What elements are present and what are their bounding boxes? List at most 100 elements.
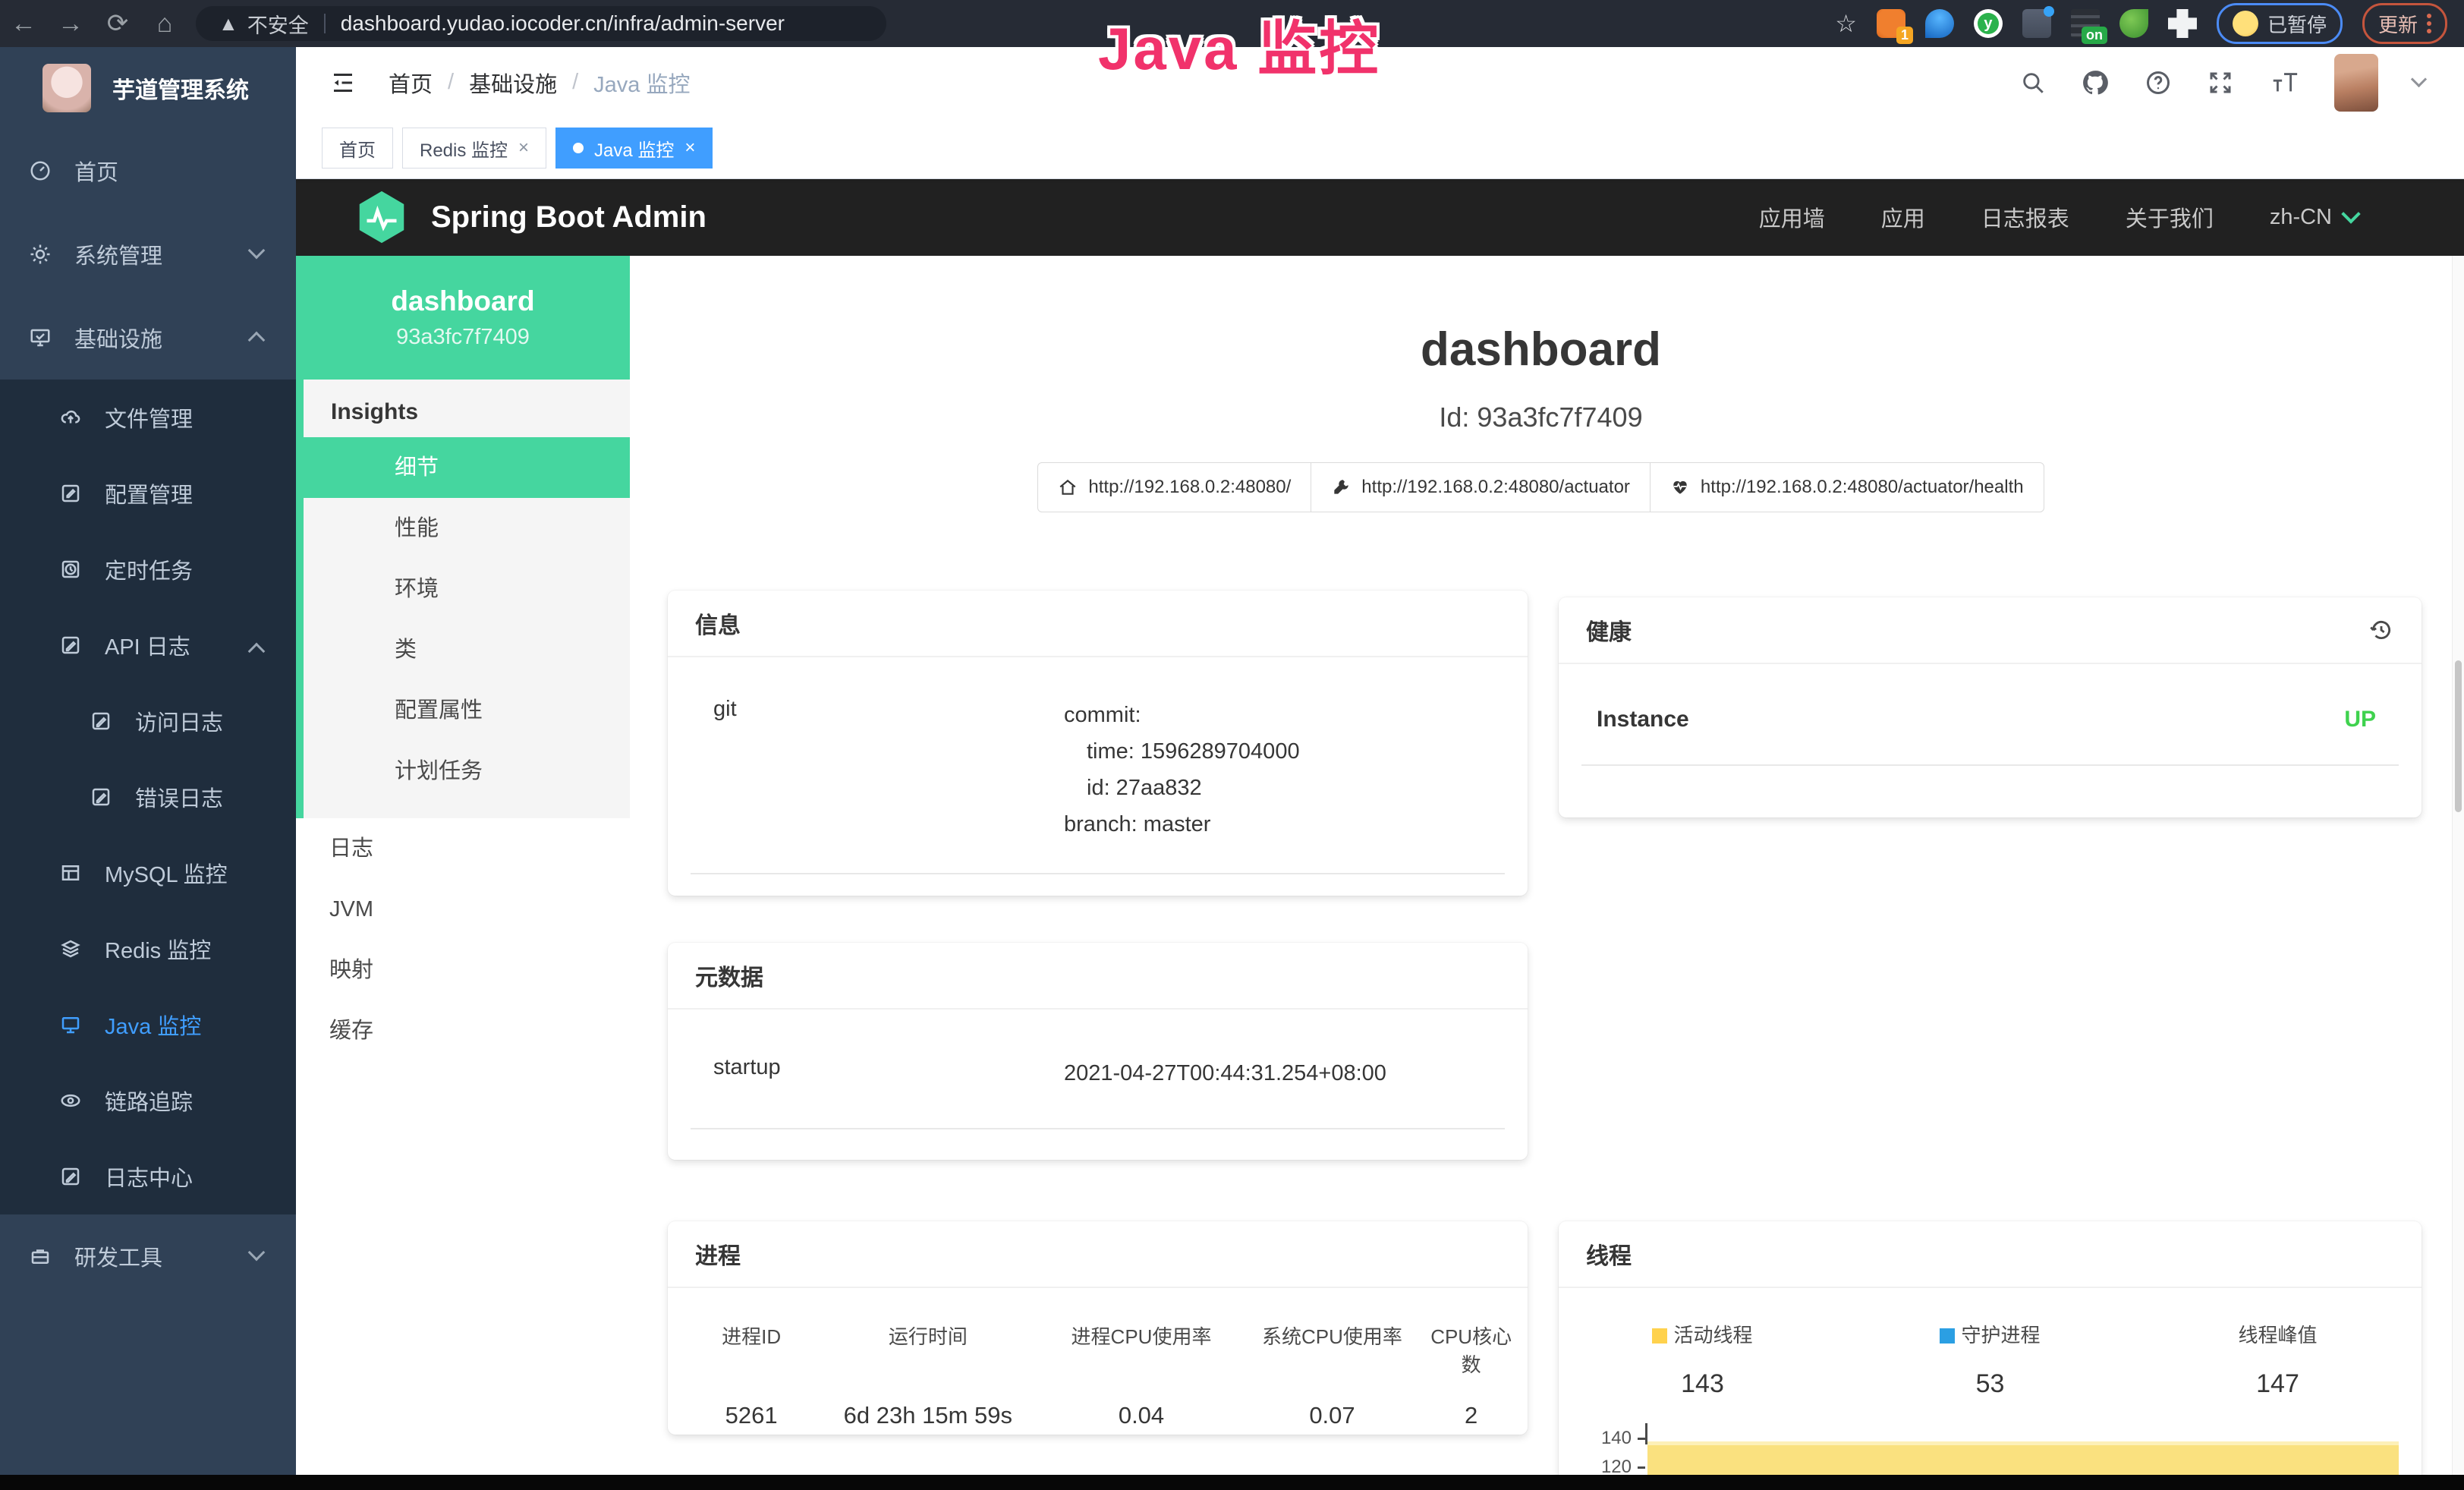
actuator-url-button[interactable]: http://192.168.0.2:48080/actuator	[1311, 462, 1651, 512]
log-edit-icon	[59, 634, 82, 657]
health-card: 健康 Instance UP	[1559, 597, 2422, 817]
scrollbar-thumb[interactable]	[2455, 660, 2462, 812]
sidebar-item-job[interactable]: 定时任务	[0, 531, 296, 607]
process-cpu-value: 0.04	[1040, 1402, 1241, 1429]
sidebar-item-java[interactable]: Java 监控	[0, 987, 296, 1063]
sba-item-details[interactable]: 细节	[296, 437, 630, 498]
eye-icon	[59, 1089, 82, 1112]
extension-green-y-icon[interactable]: y	[1974, 9, 2003, 38]
sba-nav-about[interactable]: 关于我们	[2126, 201, 2214, 233]
github-icon[interactable]	[2081, 68, 2110, 97]
sba-locale-select[interactable]: zh-CN	[2270, 205, 2358, 230]
app-logo-row[interactable]: 芋道管理系统	[0, 47, 296, 129]
process-card: 进程 进程ID 运行时间 进程CPU使用率 系统CPU使用率 CPU核心数 52…	[668, 1221, 1528, 1435]
collapse-sidebar-icon[interactable]	[329, 69, 357, 96]
mysql-monitor-icon	[59, 862, 82, 884]
sidebar-item-logcenter[interactable]: 日志中心	[0, 1139, 296, 1214]
breadcrumb-separator: /	[448, 70, 454, 95]
paused-label: 已暂停	[2267, 10, 2327, 38]
system-cpu-value: 0.07	[1242, 1402, 1423, 1429]
address-bar[interactable]: ▲ 不安全 dashboard.yudao.iocoder.cn/infra/a…	[196, 6, 886, 41]
java-monitor-icon	[59, 1013, 82, 1036]
close-tab-icon[interactable]: ×	[684, 137, 695, 159]
browser-home-icon[interactable]: ⌂	[141, 9, 188, 39]
sba-item-classes[interactable]: 类	[304, 619, 630, 680]
live-threads-value: 143	[1559, 1369, 1846, 1399]
browser-back-icon[interactable]: ←	[0, 9, 47, 39]
sba-item-mappings[interactable]: 映射	[296, 940, 630, 1000]
browser-reload-icon[interactable]: ⟳	[94, 8, 141, 39]
instance-header[interactable]: dashboard 93a3fc7f7409	[296, 256, 630, 380]
sba-nav-applications[interactable]: 应用	[1881, 201, 1925, 233]
url-text: dashboard.yudao.iocoder.cn/infra/admin-s…	[341, 11, 785, 36]
health-card-header: 健康	[1559, 597, 2422, 664]
metadata-card: 元数据 startup 2021-04-27T00:44:31.254+08:0…	[668, 943, 1528, 1160]
tab-java-monitor[interactable]: Java 监控 ×	[555, 128, 713, 169]
extensions-puzzle-icon[interactable]	[2168, 9, 2197, 38]
extension-on-badge: on	[2082, 27, 2107, 44]
header-actions	[2020, 54, 2425, 112]
extension-switch-icon[interactable]: on	[2071, 9, 2100, 38]
extension-orange-icon[interactable]: 1	[1877, 9, 1905, 38]
font-size-icon[interactable]	[2269, 69, 2299, 96]
home-url-button[interactable]: http://192.168.0.2:48080/	[1037, 462, 1311, 512]
history-icon[interactable]	[2368, 617, 2394, 643]
sidebar-item-trace[interactable]: 链路追踪	[0, 1063, 296, 1139]
process-id-value: 5261	[688, 1402, 815, 1429]
uptime-value: 6d 23h 15m 59s	[815, 1402, 1040, 1429]
sidebar-item-system[interactable]: 系统管理	[0, 213, 296, 296]
sba-item-env[interactable]: 环境	[304, 559, 630, 619]
sidebar-item-file[interactable]: 文件管理	[0, 380, 296, 455]
cloud-upload-icon	[59, 406, 82, 429]
tab-redis-monitor[interactable]: Redis 监控 ×	[402, 128, 546, 169]
sidebar-item-devtool[interactable]: 研发工具	[0, 1214, 296, 1298]
chevron-down-icon	[2341, 204, 2360, 223]
timer-icon	[59, 558, 82, 581]
browser-menu-icon[interactable]	[2427, 14, 2431, 33]
user-menu-caret-icon[interactable]	[2411, 71, 2427, 87]
browser-update-button[interactable]: 更新	[2362, 3, 2447, 44]
content-scrollbar[interactable]	[2452, 256, 2464, 1475]
sidebar-item-apilog[interactable]: API 日志	[0, 607, 296, 683]
instance-id: 93a3fc7f7409	[396, 325, 530, 350]
fullscreen-icon[interactable]	[2207, 69, 2234, 96]
sba-item-scheduled[interactable]: 计划任务	[304, 741, 630, 802]
sba-nav-wall[interactable]: 应用墙	[1759, 201, 1825, 233]
sba-nav: 应用墙 应用 日志报表 关于我们 zh-CN	[1759, 201, 2464, 233]
sba-brand[interactable]: Spring Boot Admin	[352, 187, 706, 247]
sba-nav-journal[interactable]: 日志报表	[1981, 201, 2069, 233]
health-instance-row[interactable]: Instance UP	[1581, 664, 2399, 766]
help-icon[interactable]	[2145, 69, 2172, 96]
bookmark-star-icon[interactable]: ☆	[1835, 9, 1857, 38]
extension-leaf-icon[interactable]	[2119, 9, 2148, 38]
sidebar-item-infra[interactable]: 基础设施	[0, 296, 296, 380]
sidebar-item-config[interactable]: 配置管理	[0, 455, 296, 531]
breadcrumb-infra[interactable]: 基础设施	[469, 67, 557, 99]
breadcrumb-current: Java 监控	[593, 67, 690, 99]
sba-item-metrics[interactable]: 性能	[304, 498, 630, 559]
health-url-button[interactable]: http://192.168.0.2:48080/actuator/health	[1650, 462, 2044, 512]
tab-home[interactable]: 首页	[322, 128, 393, 169]
extension-pin-icon[interactable]	[1925, 9, 1954, 38]
sba-item-logs[interactable]: 日志	[296, 818, 630, 879]
browser-forward-icon[interactable]: →	[47, 9, 94, 39]
close-tab-icon[interactable]: ×	[518, 137, 529, 159]
user-avatar[interactable]	[2334, 54, 2378, 112]
sidebar-item-accesslog[interactable]: 访问日志	[0, 683, 296, 759]
breadcrumb-home[interactable]: 首页	[389, 67, 433, 99]
sidebar-item-redis[interactable]: Redis 监控	[0, 911, 296, 987]
chart-plot-area	[1647, 1429, 2399, 1475]
sidebar-item-errorlog[interactable]: 错误日志	[0, 759, 296, 835]
home-icon	[1058, 477, 1078, 497]
process-card-header: 进程	[668, 1221, 1528, 1288]
sba-item-jvm[interactable]: JVM	[296, 879, 630, 940]
search-icon[interactable]	[2020, 70, 2046, 96]
sba-item-configprops[interactable]: 配置属性	[304, 680, 630, 741]
sba-item-caches[interactable]: 缓存	[296, 1000, 630, 1061]
legend-daemon-threads: 守护进程 53	[1846, 1320, 2134, 1399]
address-divider	[324, 14, 326, 33]
profile-paused-chip[interactable]: 已暂停	[2217, 3, 2343, 44]
extension-grid-icon[interactable]	[2022, 9, 2051, 38]
sidebar-item-home[interactable]: 首页	[0, 129, 296, 213]
sidebar-item-mysql[interactable]: MySQL 监控	[0, 835, 296, 911]
